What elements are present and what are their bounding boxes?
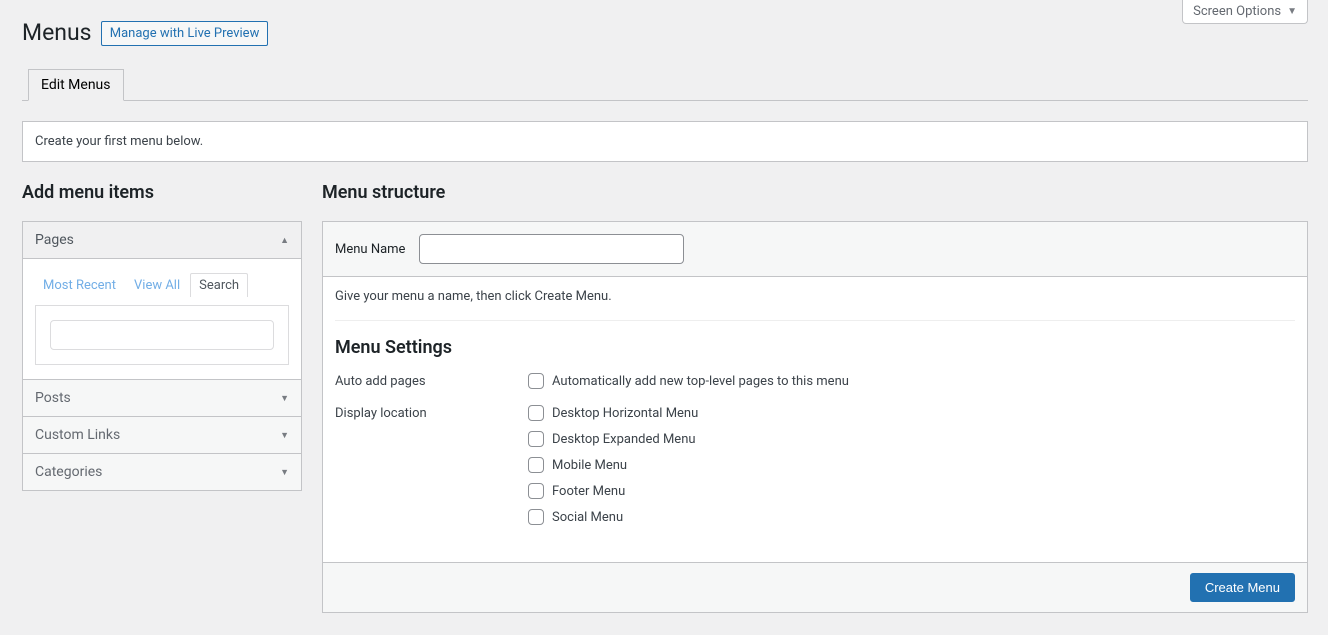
- pages-tab-search[interactable]: Search: [190, 273, 248, 297]
- chevron-down-icon: ▼: [280, 430, 289, 441]
- location-checkbox-4[interactable]: [528, 509, 544, 525]
- chevron-up-icon: ▲: [280, 235, 289, 246]
- location-label-1: Desktop Expanded Menu: [552, 432, 696, 447]
- info-notice: Create your first menu below.: [22, 121, 1308, 162]
- pages-search-input[interactable]: [50, 320, 274, 350]
- location-checkbox-0[interactable]: [528, 405, 544, 421]
- location-label-4: Social Menu: [552, 510, 623, 525]
- menu-instruction: Give your menu a name, then click Create…: [335, 289, 1295, 321]
- auto-add-checkbox[interactable]: [528, 373, 544, 389]
- add-menu-items-heading: Add menu items: [22, 182, 302, 203]
- accordion-categories-header[interactable]: Categories ▼: [23, 454, 301, 490]
- location-label-0: Desktop Horizontal Menu: [552, 406, 698, 421]
- display-location-label: Display location: [335, 402, 528, 421]
- menu-edit-header: Menu Name: [323, 222, 1307, 277]
- location-checkbox-3[interactable]: [528, 483, 544, 499]
- create-menu-button[interactable]: Create Menu: [1190, 573, 1295, 602]
- nav-tabs: Edit Menus: [22, 68, 1308, 101]
- chevron-down-icon: ▼: [280, 467, 289, 478]
- accordion-container: Pages ▲ Most Recent View All Search Post…: [22, 221, 302, 491]
- screen-options-button[interactable]: Screen Options ▼: [1182, 0, 1308, 24]
- chevron-down-icon: ▼: [280, 393, 289, 404]
- menu-edit-body: Give your menu a name, then click Create…: [323, 277, 1307, 562]
- location-checkbox-2[interactable]: [528, 457, 544, 473]
- accordion-pages-body: Most Recent View All Search: [23, 259, 301, 380]
- location-label-2: Mobile Menu: [552, 458, 627, 473]
- accordion-categories-title: Categories: [35, 464, 102, 480]
- tab-edit-menus[interactable]: Edit Menus: [28, 69, 124, 101]
- manage-live-preview-button[interactable]: Manage with Live Preview: [101, 21, 269, 46]
- menu-settings-heading: Menu Settings: [335, 337, 1295, 358]
- chevron-down-icon: ▼: [1287, 6, 1297, 17]
- pages-tab-most-recent[interactable]: Most Recent: [35, 274, 124, 297]
- location-checkbox-1[interactable]: [528, 431, 544, 447]
- accordion-posts-header[interactable]: Posts ▼: [23, 380, 301, 417]
- pages-subtabs: Most Recent View All Search: [35, 273, 289, 297]
- menu-name-label: Menu Name: [335, 242, 405, 257]
- accordion-pages-header[interactable]: Pages ▲: [23, 222, 301, 259]
- accordion-custom-links-header[interactable]: Custom Links ▼: [23, 417, 301, 454]
- pages-tab-view-all[interactable]: View All: [126, 274, 188, 297]
- screen-options-label: Screen Options: [1193, 4, 1281, 19]
- menu-edit-footer: Create Menu: [323, 562, 1307, 612]
- auto-add-pages-label: Auto add pages: [335, 370, 528, 389]
- pages-search-panel: [35, 305, 289, 365]
- location-label-3: Footer Menu: [552, 484, 625, 499]
- accordion-pages-title: Pages: [35, 232, 74, 248]
- accordion-custom-links-title: Custom Links: [35, 427, 120, 443]
- menu-structure-heading: Menu structure: [322, 182, 1308, 203]
- menu-name-input[interactable]: [419, 234, 684, 264]
- accordion-posts-title: Posts: [35, 390, 71, 406]
- page-title: Menus: [22, 10, 92, 50]
- menu-edit-panel: Menu Name Give your menu a name, then cl…: [322, 221, 1308, 613]
- auto-add-option-label: Automatically add new top-level pages to…: [552, 374, 849, 389]
